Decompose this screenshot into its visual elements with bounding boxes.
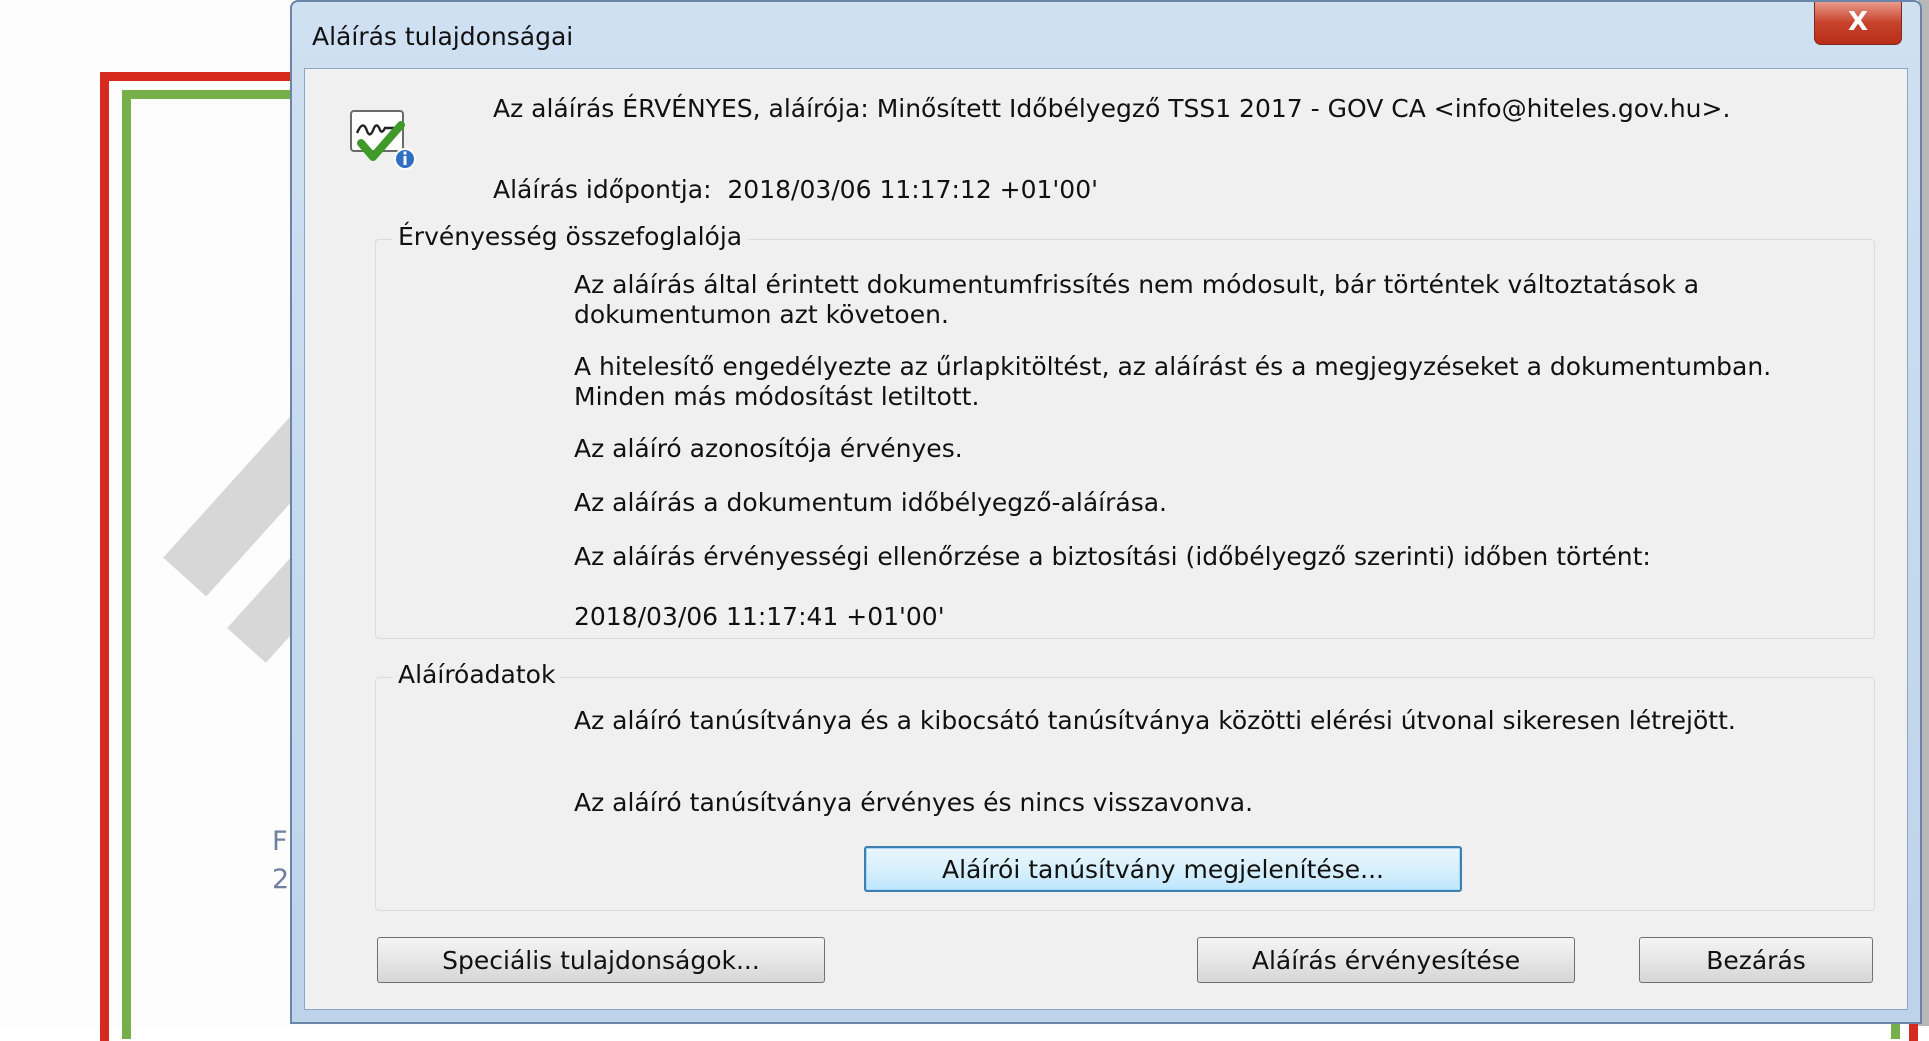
document-text-fragment: F [272,826,288,857]
validate-signature-button[interactable]: Aláírás érvényesítése [1197,937,1575,983]
signing-time-label: Aláírás időpontja: [493,175,712,204]
validation-check-time: 2018/03/06 11:17:41 +01'00' [574,602,945,631]
validity-summary-legend: Érvényesség összefoglalója [392,222,749,251]
document-text-fragment: 2 [272,864,290,895]
validity-line: Az aláírás érvényességi ellenőrzése a bi… [574,542,1651,571]
close-button[interactable]: Bezárás [1639,937,1873,983]
show-signer-certificate-button[interactable]: Aláírói tanúsítvány megjelenítése... [864,846,1462,892]
signature-properties-dialog: Aláírás tulajdonságai X Az aláírás ÉRVÉN… [290,0,1922,1024]
dialog-body: Az aláírás ÉRVÉNYES, aláírója: Minősítet… [304,68,1908,1010]
signer-info-legend: Aláíróadatok [392,660,562,689]
dialog-titlebar[interactable]: Aláírás tulajdonságai X [292,2,1920,68]
signer-info-line: Az aláíró tanúsítványa és a kibocsátó ta… [574,706,1736,735]
signer-info-group: Aláíróadatok Az aláíró tanúsítványa és a… [375,660,1875,911]
validity-line: Az aláírás a dokumentum időbélyegző-aláí… [574,488,1167,517]
validity-line: Az aláíró azonosítója érvényes. [574,434,963,463]
signing-time: Aláírás időpontja: 2018/03/06 11:17:12 +… [493,175,1098,204]
signature-status-text: Az aláírás ÉRVÉNYES, aláírója: Minősítet… [493,94,1731,123]
advanced-properties-button[interactable]: Speciális tulajdonságok... [377,937,825,983]
validity-line: A hitelesítő engedélyezte az űrlapkitölt… [574,352,1772,411]
dialog-title: Aláírás tulajdonságai [312,22,574,51]
signing-time-value: 2018/03/06 11:17:12 +01'00' [727,175,1098,204]
close-icon[interactable]: X [1814,2,1902,45]
validity-line: Az aláírás által érintett dokumentumfris… [574,270,1700,329]
signer-info-line: Az aláíró tanúsítványa érvényes és nincs… [574,788,1254,817]
validity-summary-group: Érvényesség összefoglalója Az aláírás ál… [375,222,1875,639]
signature-valid-icon [350,110,416,170]
